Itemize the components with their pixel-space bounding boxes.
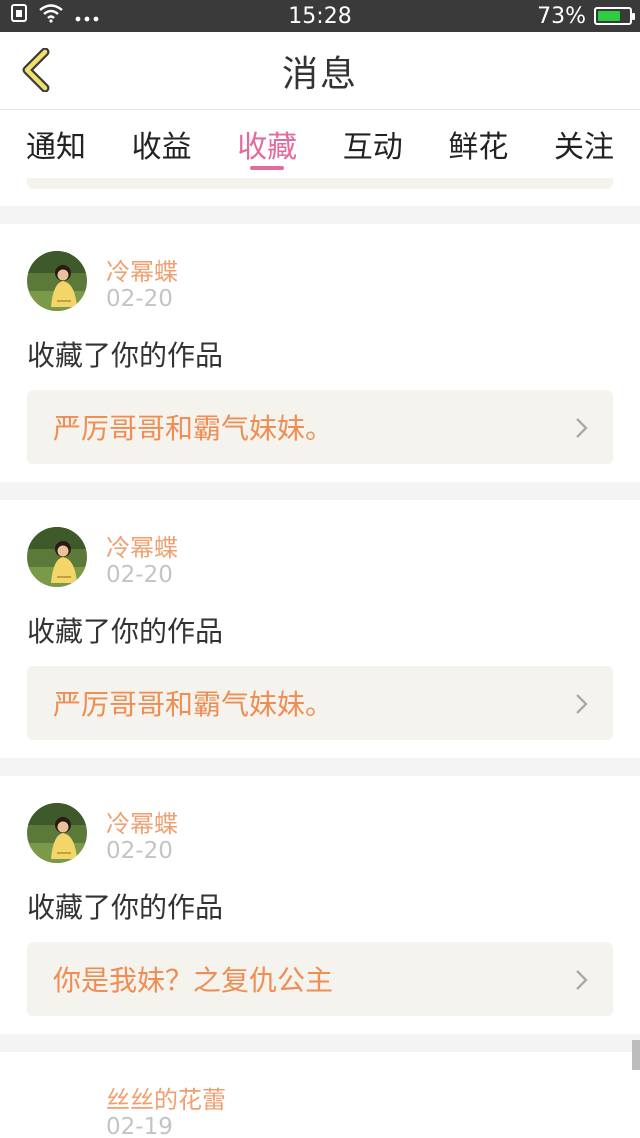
avatar[interactable] <box>27 251 87 311</box>
battery-percent: 73% <box>537 3 586 29</box>
chevron-right-icon <box>575 969 589 995</box>
username[interactable]: 冷幂蝶 <box>106 528 178 563</box>
tab-notifications[interactable]: 通知 <box>26 110 86 178</box>
tab-flowers[interactable]: 鲜花 <box>448 110 508 178</box>
tab-interactions[interactable]: 互动 <box>343 110 403 178</box>
battery-charging-icon <box>594 7 635 25</box>
list-item: 丝丝的花蕾 02-19 <box>0 1052 640 1138</box>
list-item: 冷幂蝶 02-20 收藏了你的作品 严厉哥哥和霸气妹妹。 <box>0 224 640 482</box>
action-text: 收藏了你的作品 <box>27 615 224 648</box>
tab-favorites[interactable]: 收藏 <box>237 110 297 178</box>
action-text: 收藏了你的作品 <box>27 891 224 924</box>
more-dots-icon <box>74 4 100 29</box>
scrollbar-thumb[interactable] <box>632 1040 640 1070</box>
back-button[interactable] <box>14 47 58 96</box>
tab-following[interactable]: 关注 <box>554 110 614 178</box>
wifi-icon <box>38 3 64 29</box>
work-link[interactable]: 严厉哥哥和霸气妹妹。 <box>27 666 613 740</box>
work-link[interactable]: 严厉哥哥和霸气妹妹。 <box>27 390 613 464</box>
app-header: 消息 <box>0 32 640 110</box>
chevron-right-icon <box>575 417 589 443</box>
work-title: 你是我妹？之复仇公主 <box>53 964 334 997</box>
work-link[interactable]: 你是我妹？之复仇公主 <box>27 942 613 1016</box>
username[interactable]: 丝丝的花蕾 <box>106 1080 226 1115</box>
message-date: 02-20 <box>106 286 173 312</box>
list-item: 冷幂蝶 02-20 收藏了你的作品 严厉哥哥和霸气妹妹。 <box>0 500 640 758</box>
action-text: 收藏了你的作品 <box>27 339 224 372</box>
battery-fill <box>598 11 620 21</box>
avatar[interactable] <box>27 803 87 863</box>
status-icons-right: 73% <box>537 3 635 29</box>
avatar[interactable] <box>27 527 87 587</box>
message-date: 02-20 <box>106 562 173 588</box>
list-item: 冷幂蝶 02-20 收藏了你的作品 你是我妹？之复仇公主 <box>0 776 640 1034</box>
chevron-left-icon <box>19 47 53 96</box>
message-list[interactable]: 冷幂蝶 02-20 收藏了你的作品 严厉哥哥和霸气妹妹。 冷幂蝶 02-20 收… <box>0 178 640 1138</box>
chevron-right-icon <box>575 693 589 719</box>
status-bar: 15:28 73% <box>0 0 640 32</box>
sim-icon <box>10 3 28 29</box>
work-title: 严厉哥哥和霸气妹妹。 <box>53 412 334 445</box>
username[interactable]: 冷幂蝶 <box>106 804 178 839</box>
status-icons-left <box>10 3 100 29</box>
page-title: 消息 <box>281 53 358 95</box>
tab-bar: 通知 收益 收藏 互动 鲜花 关注 <box>0 110 640 178</box>
message-date: 02-20 <box>106 838 173 864</box>
message-date: 02-19 <box>106 1114 173 1138</box>
work-link-box[interactable] <box>27 178 613 189</box>
work-title: 严厉哥哥和霸气妹妹。 <box>53 688 334 721</box>
username[interactable]: 冷幂蝶 <box>106 252 178 287</box>
list-item <box>0 178 640 206</box>
tab-earnings[interactable]: 收益 <box>132 110 192 178</box>
